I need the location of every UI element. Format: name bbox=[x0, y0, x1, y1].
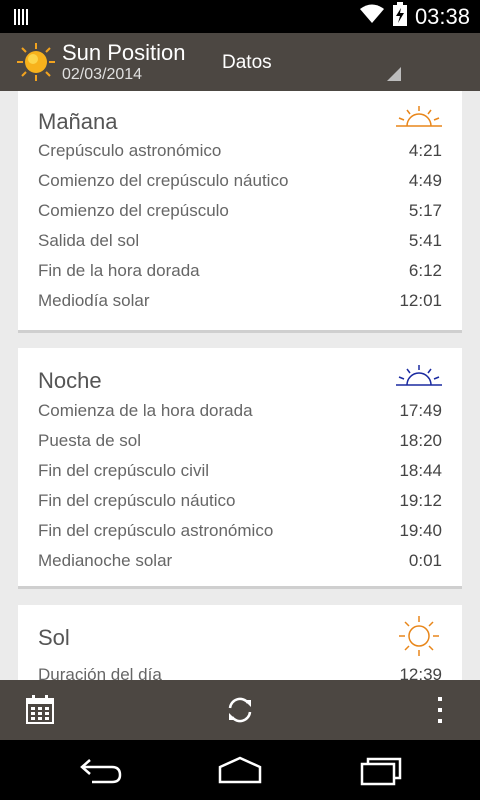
list-item: Puesta de sol 18:20 bbox=[38, 431, 442, 461]
system-nav-bar bbox=[0, 740, 480, 800]
row-label: Puesta de sol bbox=[38, 431, 142, 450]
row-label: Mediodía solar bbox=[38, 291, 150, 310]
overflow-menu-icon[interactable] bbox=[432, 694, 448, 731]
row-value: 12:39 bbox=[399, 665, 442, 680]
row-label: Comienzo del crepúsculo náutico bbox=[38, 171, 289, 190]
row-label: Fin del crepúsculo náutico bbox=[38, 491, 236, 510]
action-bar: Sun Position 02/03/2014 Datos bbox=[0, 33, 480, 91]
list-item: Comienza de la hora dorada 17:49 bbox=[38, 401, 442, 431]
row-value: 0:01 bbox=[408, 551, 442, 570]
dropdown-triangle-icon[interactable] bbox=[387, 67, 401, 86]
sun-card: Sol Duración del día 12:39 bbox=[18, 605, 462, 680]
sunrise-icon bbox=[396, 105, 442, 132]
list-item: Fin de la hora dorada 6:12 bbox=[38, 261, 442, 291]
row-value: 4:49 bbox=[408, 171, 442, 190]
calendar-icon[interactable] bbox=[24, 694, 56, 731]
list-item: Comienzo del crepúsculo náutico 4:49 bbox=[38, 171, 442, 201]
card-title: Mañana bbox=[38, 109, 118, 134]
row-value: 17:49 bbox=[399, 401, 442, 420]
battery-charging-icon bbox=[392, 2, 407, 31]
app-sun-icon[interactable] bbox=[16, 42, 56, 87]
list-item: Crepúsculo astronómico 4:21 bbox=[38, 141, 442, 171]
home-icon[interactable] bbox=[216, 754, 264, 791]
wifi-icon bbox=[359, 4, 385, 29]
row-label: Comienza de la hora dorada bbox=[38, 401, 253, 420]
row-value: 5:41 bbox=[408, 231, 442, 250]
row-value: 5:17 bbox=[408, 201, 442, 220]
row-label: Fin del crepúsculo civil bbox=[38, 461, 210, 480]
back-icon[interactable] bbox=[78, 754, 124, 791]
clock: 03:38 bbox=[414, 3, 470, 29]
row-label: Duración del día bbox=[38, 665, 162, 680]
row-label: Comienzo del crepúsculo bbox=[38, 201, 229, 220]
app-title: Sun Position bbox=[62, 40, 186, 65]
row-label: Medianoche solar bbox=[38, 551, 173, 570]
list-item: Fin del crepúsculo náutico 19:12 bbox=[38, 491, 442, 521]
row-value: 18:44 bbox=[399, 461, 442, 480]
night-card: Noche Comienza de la hora dorada 17:49 P… bbox=[18, 348, 462, 589]
card-title: Noche bbox=[38, 368, 102, 393]
list-item: Duración del día 12:39 bbox=[38, 665, 442, 680]
list-item: Salida del sol 5:41 bbox=[38, 231, 442, 261]
morning-card: Mañana Crepúsculo astronómico 4:21 Comie… bbox=[18, 91, 462, 333]
row-value: 12:01 bbox=[399, 291, 442, 310]
recent-apps-icon[interactable] bbox=[360, 754, 404, 791]
row-value: 6:12 bbox=[408, 261, 442, 280]
row-value: 18:20 bbox=[399, 431, 442, 450]
row-label: Fin del crepúsculo astronómico bbox=[38, 521, 274, 540]
card-title: Sol bbox=[38, 625, 70, 650]
list-item: Fin del crepúsculo civil 18:44 bbox=[38, 461, 442, 491]
row-label: Crepúsculo astronómico bbox=[38, 141, 222, 160]
bottom-toolbar bbox=[0, 680, 480, 740]
list-item: Medianoche solar 0:01 bbox=[38, 551, 442, 581]
signal-bars-icon bbox=[14, 7, 30, 32]
list-item: Fin del crepúsculo astronómico 19:40 bbox=[38, 521, 442, 551]
list-item: Mediodía solar 12:01 bbox=[38, 291, 442, 321]
row-value: 19:40 bbox=[399, 521, 442, 540]
row-label: Fin de la hora dorada bbox=[38, 261, 200, 280]
view-selector[interactable]: Datos bbox=[222, 52, 272, 74]
selected-date: 02/03/2014 bbox=[62, 66, 143, 83]
list-item: Comienzo del crepúsculo 5:17 bbox=[38, 201, 442, 231]
sun-icon bbox=[396, 615, 442, 662]
refresh-icon[interactable] bbox=[224, 694, 256, 731]
row-value: 4:21 bbox=[408, 141, 442, 160]
sunset-icon bbox=[396, 364, 442, 391]
row-value: 19:12 bbox=[399, 491, 442, 510]
data-list[interactable]: Mañana Crepúsculo astronómico 4:21 Comie… bbox=[0, 91, 480, 680]
status-bar: 03:38 bbox=[0, 0, 480, 33]
row-label: Salida del sol bbox=[38, 231, 140, 250]
